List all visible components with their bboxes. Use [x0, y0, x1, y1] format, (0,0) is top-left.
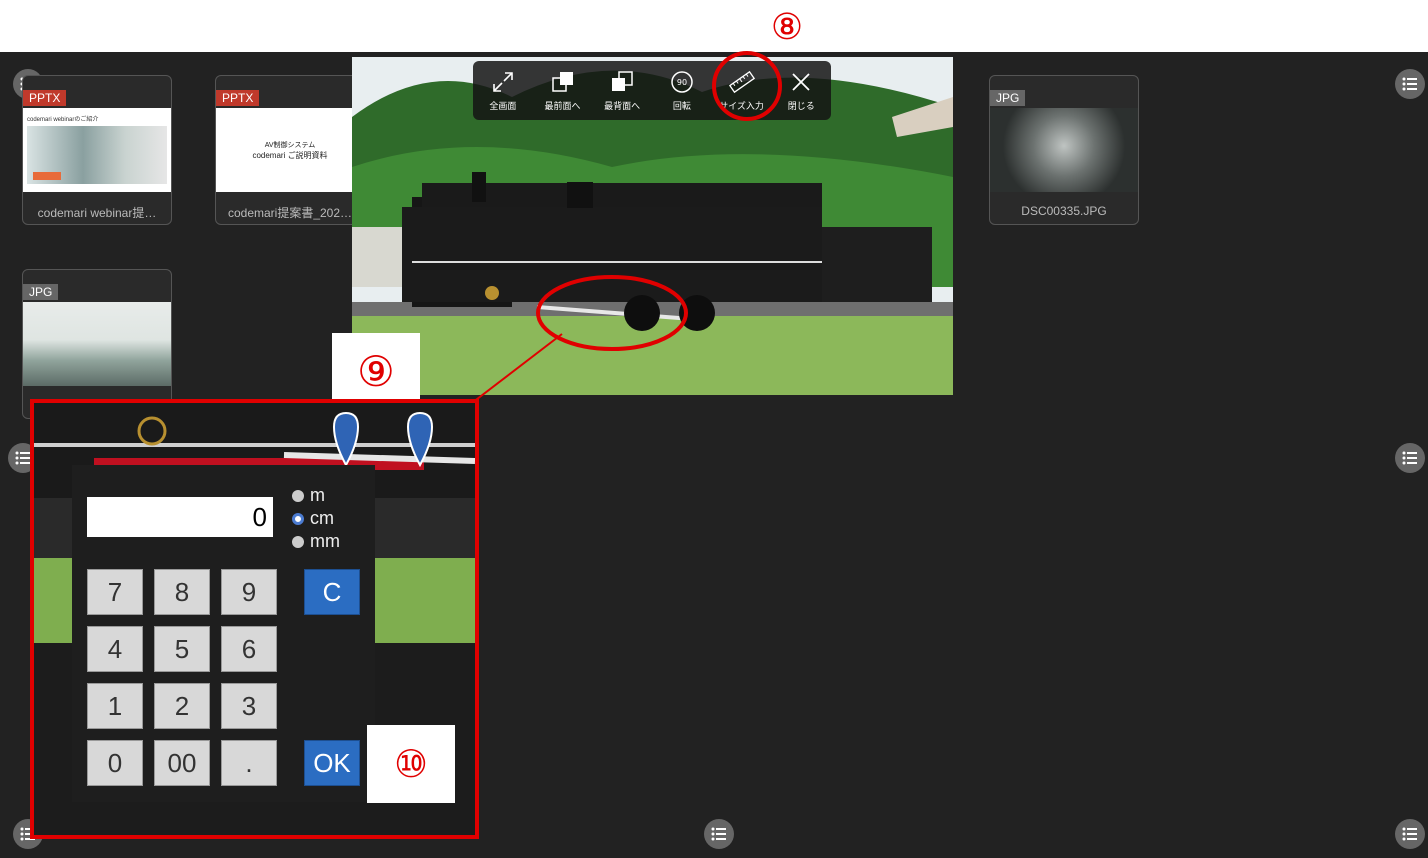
key-8[interactable]: 8: [154, 569, 210, 615]
list-icon: [1402, 451, 1417, 465]
rotate-icon: 90: [671, 71, 693, 93]
callout-connector: [467, 333, 563, 407]
top-white-bar: [0, 0, 1428, 52]
file-type-tag: PPTX: [23, 90, 67, 106]
close-icon: [792, 73, 810, 91]
key-00[interactable]: 00: [154, 740, 210, 786]
send-to-back-label: 最背面へ: [604, 101, 641, 111]
file-caption: codemari提案書_202…: [227, 206, 353, 220]
thumb-title: codemari webinarのご紹介: [27, 117, 99, 123]
expand-icon: [493, 72, 513, 92]
thumb-title-1: AV制御システム: [264, 142, 316, 149]
file-type-tag: PPTX: [216, 90, 260, 106]
list-icon: [1402, 77, 1417, 91]
annotation-9: ⑨: [332, 333, 420, 409]
radio-icon: [292, 535, 304, 548]
key-0[interactable]: 0: [87, 740, 143, 786]
menu-button-bottom-right[interactable]: [1395, 819, 1425, 849]
file-caption: codemari webinar提…: [37, 206, 157, 220]
key-7[interactable]: 7: [87, 569, 143, 615]
file-card-jpg-1[interactable]: JPG DSC00335.JPG: [989, 75, 1139, 225]
slide-thumbnail: codemari webinarのご紹介: [23, 108, 171, 192]
rotate-label: 回転: [672, 101, 691, 111]
radio-selected-icon: [292, 512, 304, 525]
key-2[interactable]: 2: [154, 683, 210, 729]
send-to-back-button[interactable]: 最背面へ: [592, 61, 652, 120]
radio-icon: [292, 489, 304, 502]
slide-thumbnail: AV制御システム codemari ご説明資料: [216, 108, 364, 192]
annotation-10: ⑩: [367, 725, 455, 803]
key-6[interactable]: 6: [221, 626, 277, 672]
unit-label: mm: [310, 531, 340, 551]
unit-option-m[interactable]: m: [292, 485, 325, 506]
rotate-button[interactable]: 90 回転: [652, 61, 712, 120]
menu-button-top-right[interactable]: [1395, 69, 1425, 99]
annotation-ring-8: [712, 51, 782, 121]
unit-option-cm[interactable]: cm: [292, 508, 334, 529]
thumb-title-2: codemari ご説明資料: [252, 151, 328, 160]
clear-button[interactable]: C: [304, 569, 360, 615]
file-type-tag: JPG: [23, 284, 59, 300]
rotate-icon-text: 90: [677, 78, 687, 87]
key-9[interactable]: 9: [221, 569, 277, 615]
menu-button-bottom-center[interactable]: [704, 819, 734, 849]
file-caption: DSC00335.JPG: [1021, 204, 1107, 218]
file-card-pptx-1[interactable]: codemari webinarのご紹介 PPTX codemari webin…: [22, 75, 172, 225]
key-5[interactable]: 5: [154, 626, 210, 672]
list-icon: [711, 827, 726, 841]
key-3[interactable]: 3: [221, 683, 277, 729]
close-label: 閉じる: [787, 101, 815, 111]
ok-button[interactable]: OK: [304, 740, 360, 786]
photo-thumbnail: [990, 108, 1138, 192]
photo-thumbnail: [23, 302, 171, 386]
annotation-8: ⑧: [770, 7, 804, 48]
size-input-calculator: 0 m cm mm 7 8 9 C 4 5 6 1 2 3 0 00 . OK: [72, 465, 375, 802]
file-card-jpg-2[interactable]: JPG: [22, 269, 172, 419]
value-display[interactable]: 0: [87, 497, 273, 537]
list-icon: [1402, 827, 1417, 841]
bring-to-front-button[interactable]: 最前面へ: [533, 61, 593, 120]
send-back-icon: [612, 71, 633, 91]
bring-to-front-label: 最前面へ: [544, 101, 581, 111]
menu-button-mid-right[interactable]: [1395, 443, 1425, 473]
key-decimal[interactable]: .: [221, 740, 277, 786]
fullscreen-label: 全画面: [489, 101, 517, 111]
key-4[interactable]: 4: [87, 626, 143, 672]
orange-sofa: [33, 172, 61, 180]
bring-front-icon: [551, 72, 573, 92]
key-1[interactable]: 1: [87, 683, 143, 729]
fullscreen-button[interactable]: 全画面: [473, 61, 533, 120]
file-type-tag: JPG: [990, 90, 1026, 106]
unit-label: m: [310, 485, 325, 505]
file-card-pptx-2[interactable]: AV制御システム codemari ご説明資料 PPTX codemari提案書…: [215, 75, 365, 225]
unit-label: cm: [310, 508, 334, 528]
unit-option-mm[interactable]: mm: [292, 531, 340, 552]
